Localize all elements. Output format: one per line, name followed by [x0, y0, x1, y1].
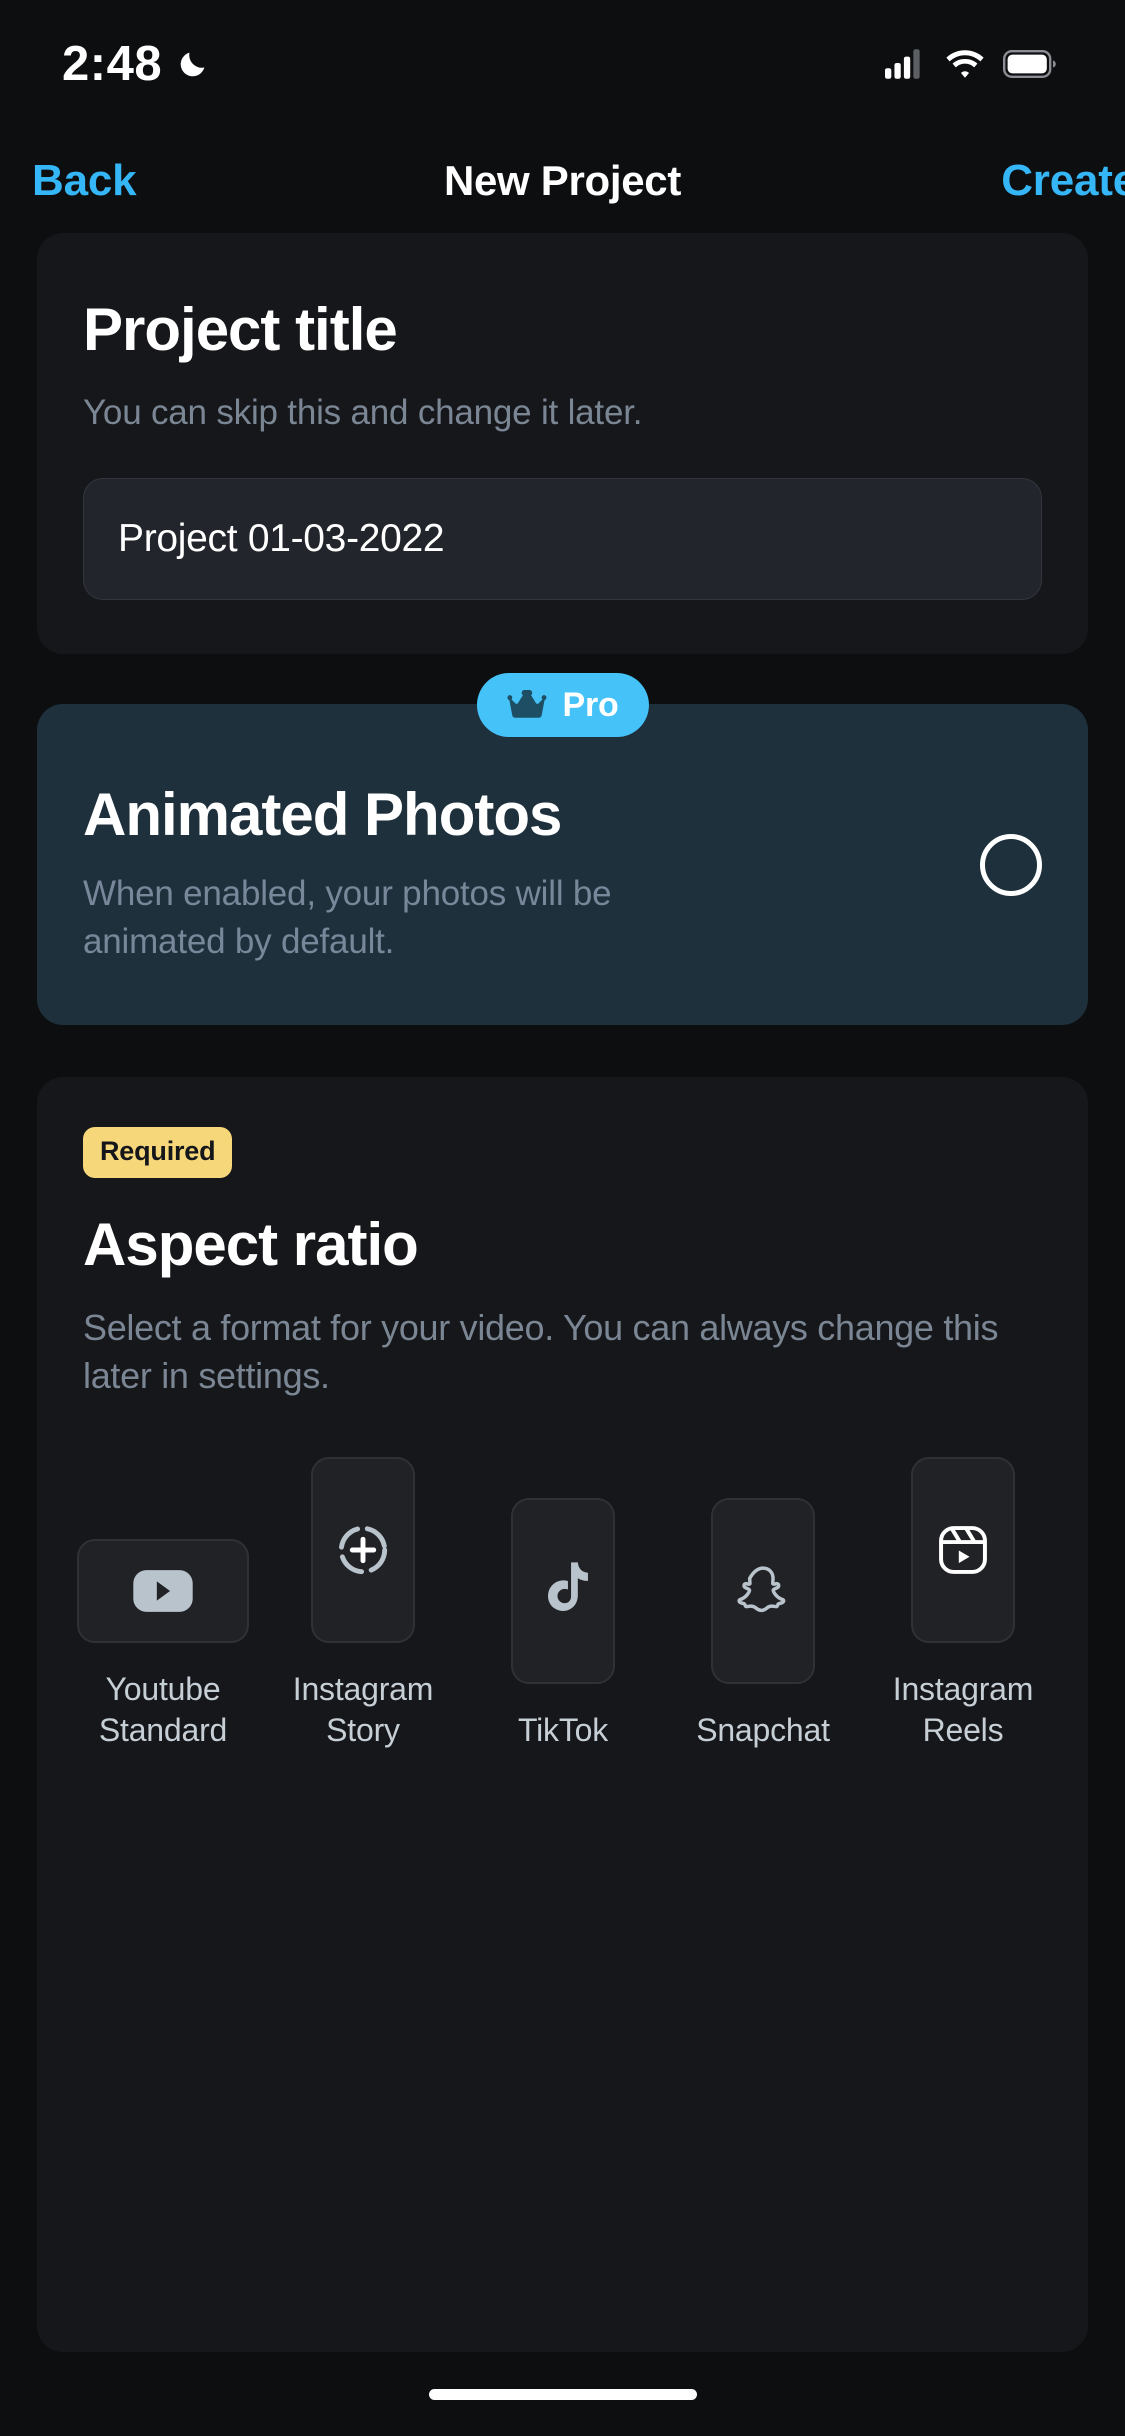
aspect-option-label: Snapchat	[696, 1710, 830, 1751]
wifi-icon	[945, 49, 985, 79]
tiktok-icon	[537, 1562, 589, 1620]
project-title-heading: Project title	[83, 297, 1042, 363]
aspect-option-instagram-story[interactable]: Instagram Story	[287, 1457, 439, 1751]
navigation-bar: Back New Project Create	[0, 128, 1125, 233]
animated-photos-card[interactable]: Pro Animated Photos When enabled, your p…	[37, 704, 1088, 1025]
pro-badge[interactable]: Pro	[476, 673, 648, 737]
battery-icon	[1003, 50, 1057, 78]
status-bar: 2:48	[0, 0, 1125, 128]
aspect-thumb-portrait	[511, 1498, 615, 1684]
aspect-ratio-subtitle: Select a format for your video. You can …	[83, 1304, 1042, 1401]
aspect-option-youtube-standard[interactable]: Youtube Standard	[87, 1539, 239, 1751]
aspect-thumb-portrait	[911, 1457, 1015, 1643]
cellular-signal-icon	[885, 49, 927, 79]
status-bar-right	[885, 49, 1057, 79]
project-title-card: Project title You can skip this and chan…	[37, 233, 1088, 654]
crown-icon	[506, 690, 546, 720]
home-indicator-area	[0, 2352, 1125, 2436]
instagram-story-icon	[335, 1522, 391, 1578]
project-title-subtitle: You can skip this and change it later.	[83, 389, 1042, 436]
page-title: New Project	[30, 157, 1095, 205]
aspect-thumb-landscape	[77, 1539, 249, 1643]
aspect-option-snapchat[interactable]: Snapchat	[687, 1498, 839, 1751]
status-bar-left: 2:48	[62, 36, 210, 92]
main-content: Project title You can skip this and chan…	[0, 233, 1125, 2352]
aspect-option-label: Instagram Story	[293, 1669, 433, 1751]
project-title-input[interactable]: Project 01-03-2022	[83, 478, 1042, 600]
aspect-ratio-card: Required Aspect ratio Select a format fo…	[37, 1077, 1088, 2352]
aspect-thumb-portrait	[311, 1457, 415, 1643]
app-screen: 2:48 Back Ne	[0, 0, 1125, 2436]
status-bar-clock: 2:48	[62, 36, 162, 92]
animated-photos-toggle[interactable]	[980, 834, 1042, 896]
moon-icon	[176, 47, 210, 81]
aspect-option-tiktok[interactable]: TikTok	[487, 1498, 639, 1751]
back-button[interactable]: Back	[32, 156, 136, 206]
aspect-option-label: Youtube Standard	[99, 1669, 227, 1751]
aspect-thumb-portrait	[711, 1498, 815, 1684]
project-title-input-value: Project 01-03-2022	[118, 517, 444, 561]
create-button[interactable]: Create	[1001, 156, 1125, 206]
aspect-option-label: Instagram Reels	[893, 1669, 1033, 1751]
aspect-ratio-heading: Aspect ratio	[83, 1212, 1042, 1278]
pro-badge-label: Pro	[562, 686, 618, 725]
required-badge: Required	[83, 1127, 232, 1178]
aspect-option-label: TikTok	[518, 1710, 608, 1751]
animated-photos-heading: Animated Photos	[83, 782, 950, 848]
instagram-reels-icon	[935, 1522, 991, 1578]
youtube-icon	[132, 1569, 194, 1613]
aspect-option-instagram-reels[interactable]: Instagram Reels	[887, 1457, 1039, 1751]
animated-photos-text: Animated Photos When enabled, your photo…	[83, 782, 980, 965]
aspect-ratio-options[interactable]: Youtube Standard Instagram Story	[83, 1457, 1042, 1751]
home-indicator[interactable]	[429, 2389, 697, 2400]
animated-photos-subtitle: When enabled, your photos will be animat…	[83, 870, 703, 965]
snapchat-icon	[735, 1563, 791, 1619]
